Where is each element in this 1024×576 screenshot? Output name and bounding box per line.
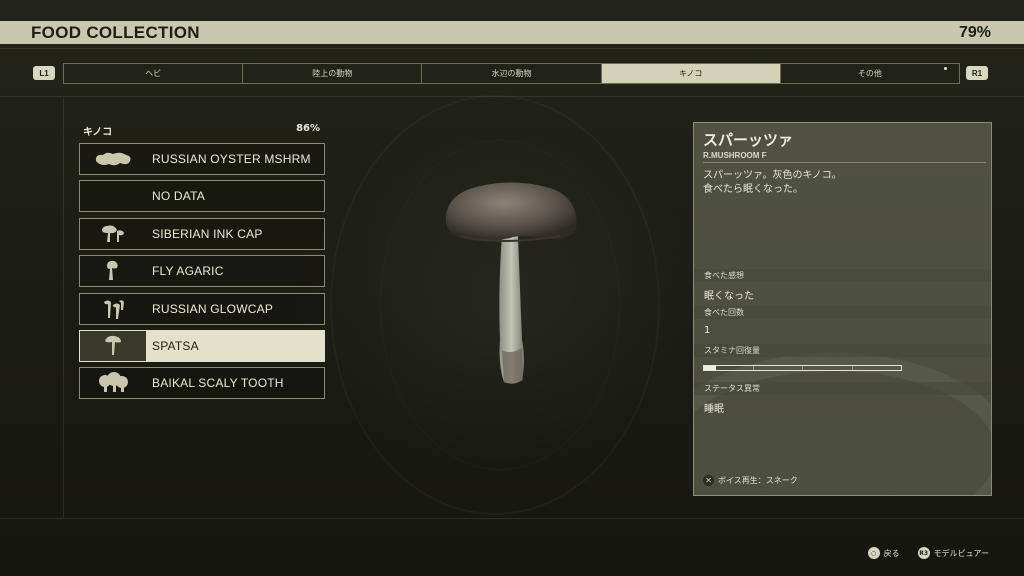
list-item-label: RUSSIAN OYSTER MSHRM bbox=[152, 152, 311, 166]
cross-button-icon: ✕ bbox=[703, 475, 714, 486]
list-item-label: SPATSA bbox=[152, 338, 199, 353]
empty-icon-slot bbox=[80, 181, 146, 211]
tab-label: キノコ bbox=[678, 69, 703, 78]
item-name: スパーッツァ bbox=[703, 131, 794, 149]
stamina-gauge-fill bbox=[704, 366, 716, 370]
eaten-value: 1 bbox=[704, 325, 711, 336]
fly-agaric-icon bbox=[80, 256, 146, 286]
list-item-label: FLY AGARIC bbox=[152, 264, 224, 279]
tab-snakes[interactable]: ヘビ bbox=[64, 64, 244, 83]
model-viewer-hint[interactable]: R3 モデルビュアー bbox=[917, 547, 989, 559]
prev-tab-button[interactable]: L1 bbox=[33, 66, 55, 80]
stamina-label: スタミナ回復量 bbox=[694, 344, 991, 357]
gauge-segment bbox=[754, 366, 803, 370]
left-rail bbox=[63, 97, 64, 518]
page-title: FOOD COLLECTION bbox=[31, 22, 200, 42]
tab-other[interactable]: その他 bbox=[781, 64, 959, 83]
description-line: スパーッツァ。灰色のキノコ。 bbox=[703, 170, 842, 181]
ink-cap-icon bbox=[80, 219, 146, 249]
header-bar: FOOD COLLECTION 79% bbox=[0, 21, 1024, 44]
back-label: 戻る bbox=[883, 548, 900, 558]
content-divider-top bbox=[0, 96, 1024, 97]
content-divider-bottom bbox=[0, 518, 1024, 519]
stamina-gauge bbox=[703, 365, 902, 371]
taste-value: 眠くなった bbox=[704, 291, 754, 302]
list-item[interactable]: BAIKAL SCALY TOOTH bbox=[79, 367, 325, 400]
model-viewer-label: モデルビュアー bbox=[933, 548, 989, 558]
footer-hints: ○ 戻る R3 モデルビュアー bbox=[850, 547, 989, 559]
scaly-tooth-icon bbox=[80, 368, 146, 398]
food-list: RUSSIAN OYSTER MSHRM NO DATA SIBERIAN IN… bbox=[79, 143, 325, 405]
eaten-label: 食べた回数 bbox=[694, 306, 991, 319]
new-indicator-icon bbox=[944, 67, 948, 70]
category-tabs: ヘビ 陸上の動物 水辺の動物 キノコ その他 bbox=[63, 63, 960, 84]
item-subtitle: R.MUSHROOM F bbox=[703, 151, 986, 163]
circle-button-icon: ○ bbox=[867, 547, 880, 559]
list-item[interactable]: RUSSIAN GLOWCAP bbox=[79, 292, 325, 325]
status-label: ステータス異常 bbox=[694, 382, 991, 395]
r3-button-icon: R3 bbox=[917, 547, 930, 559]
oyster-mushroom-icon bbox=[80, 144, 146, 174]
list-item-label: BAIKAL SCALY TOOTH bbox=[152, 376, 284, 391]
gauge-segment bbox=[853, 366, 902, 370]
spatsa-icon bbox=[80, 330, 146, 361]
detail-panel: スパーッツァ R.MUSHROOM F スパーッツァ。灰色のキノコ。 食べたら眠… bbox=[693, 122, 992, 496]
list-item[interactable]: FLY AGARIC bbox=[79, 255, 325, 288]
list-item[interactable]: RUSSIAN OYSTER MSHRM bbox=[79, 143, 325, 175]
tab-land-animals[interactable]: 陸上の動物 bbox=[243, 64, 423, 83]
taste-label: 食べた感想 bbox=[694, 269, 991, 282]
list-item[interactable]: NO DATA bbox=[79, 180, 325, 213]
list-percent: 86% bbox=[296, 123, 320, 134]
glowcap-icon bbox=[80, 294, 146, 324]
voice-label: ボイス再生：スネーク bbox=[718, 476, 798, 485]
item-description: スパーッツァ。灰色のキノコ。 食べたら眠くなった。 bbox=[703, 169, 983, 197]
tab-label: 水辺の動物 bbox=[491, 69, 532, 78]
list-header: キノコ 86% bbox=[83, 123, 320, 138]
gauge-segment bbox=[803, 366, 853, 370]
tab-water-animals[interactable]: 水辺の動物 bbox=[422, 64, 602, 83]
list-category: キノコ bbox=[83, 127, 113, 138]
tab-label: その他 bbox=[857, 69, 882, 78]
list-item-label: NO DATA bbox=[152, 189, 205, 204]
description-line: 食べたら眠くなった。 bbox=[703, 184, 803, 195]
tab-label: 陸上の動物 bbox=[312, 69, 353, 78]
completion-percent: 79% bbox=[958, 23, 991, 41]
back-hint[interactable]: ○ 戻る bbox=[867, 547, 900, 559]
list-item[interactable]: SIBERIAN INK CAP bbox=[79, 217, 325, 250]
list-item-label: RUSSIAN GLOWCAP bbox=[152, 301, 274, 316]
header-divider bbox=[0, 48, 1024, 49]
status-value: 睡眠 bbox=[704, 404, 724, 415]
next-tab-button[interactable]: R1 bbox=[966, 66, 988, 80]
list-item-label: SIBERIAN INK CAP bbox=[152, 226, 263, 241]
tab-mushrooms[interactable]: キノコ bbox=[601, 64, 781, 83]
tab-label: ヘビ bbox=[145, 69, 162, 78]
mushroom-model[interactable] bbox=[440, 180, 585, 390]
list-item-selected[interactable]: SPATSA bbox=[79, 329, 325, 362]
voice-play[interactable]: ✕ ボイス再生：スネーク bbox=[703, 475, 798, 486]
